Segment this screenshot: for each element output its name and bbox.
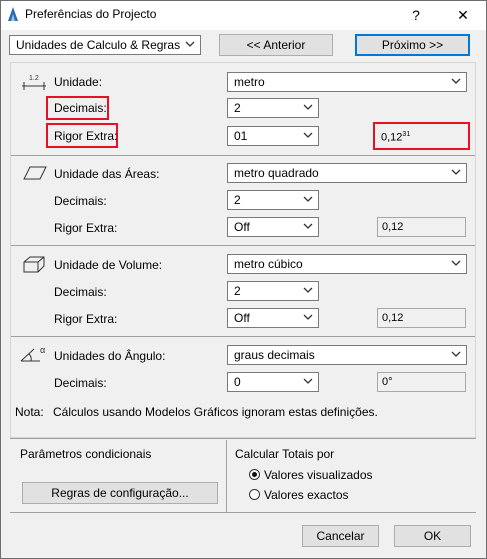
length-extra-select[interactable]: 01 bbox=[227, 126, 319, 146]
radio-visual-values[interactable] bbox=[249, 469, 260, 480]
next-button[interactable]: Próximo >> bbox=[355, 34, 470, 56]
length-icon-text: 1.2 bbox=[29, 75, 39, 82]
chevron-down-icon bbox=[451, 169, 461, 175]
area-unit-icon bbox=[23, 166, 47, 180]
volume-unit-value: metro cúbico bbox=[234, 257, 303, 271]
angle-unit-value: graus decimais bbox=[234, 348, 315, 362]
volume-decimals-label: Decimais: bbox=[54, 285, 107, 299]
previous-button[interactable]: << Anterior bbox=[219, 34, 333, 56]
category-select-value: Unidades de Calculo & Regras bbox=[16, 38, 181, 52]
help-button[interactable]: ? bbox=[396, 0, 436, 30]
length-unit-value: metro bbox=[234, 75, 265, 89]
length-unit-label: Unidade: bbox=[54, 75, 103, 89]
chevron-down-icon bbox=[303, 378, 313, 384]
volume-extra-label: Rigor Extra: bbox=[54, 312, 118, 326]
angle-decimals-label: Decimais: bbox=[54, 376, 107, 390]
length-extra-label: Rigor Extra: bbox=[54, 129, 118, 143]
chevron-down-icon bbox=[451, 260, 461, 266]
divider bbox=[11, 336, 475, 337]
window-title: Preferências do Projecto bbox=[25, 7, 157, 21]
area-extra-value: Off bbox=[234, 220, 250, 234]
length-preview: 0,1231 bbox=[377, 126, 466, 146]
divider bbox=[10, 512, 476, 513]
chevron-down-icon bbox=[303, 132, 313, 138]
chevron-down-icon bbox=[303, 104, 313, 110]
length-decimals-value: 2 bbox=[234, 101, 241, 115]
volume-decimals-value: 2 bbox=[234, 284, 241, 298]
length-preview-sup: 31 bbox=[402, 131, 411, 138]
volume-decimals-select[interactable]: 2 bbox=[227, 281, 319, 301]
volume-unit-icon bbox=[23, 256, 45, 273]
area-decimals-select[interactable]: 2 bbox=[227, 190, 319, 210]
angle-unit-icon: α bbox=[20, 345, 45, 362]
length-extra-value: 01 bbox=[234, 129, 248, 143]
area-unit-value: metro quadrado bbox=[234, 166, 319, 180]
length-decimals-select[interactable]: 2 bbox=[227, 98, 319, 118]
volume-extra-select[interactable]: Off bbox=[227, 308, 319, 328]
chevron-down-icon bbox=[185, 41, 195, 47]
length-decimals-label: Decimais: bbox=[54, 101, 107, 115]
note-text: Cálculos usando Modelos Gráficos ignoram… bbox=[53, 405, 378, 419]
angle-decimals-value: 0 bbox=[234, 375, 241, 389]
divider bbox=[11, 155, 475, 156]
area-preview: 0,12 bbox=[377, 217, 466, 237]
archicad-app-icon bbox=[8, 7, 18, 21]
area-extra-select[interactable]: Off bbox=[227, 217, 319, 237]
conditional-title: Parâmetros condicionais bbox=[20, 447, 152, 461]
radio-exact-values[interactable] bbox=[249, 489, 260, 500]
area-decimals-value: 2 bbox=[234, 193, 241, 207]
volume-unit-label: Unidade de Volume: bbox=[54, 258, 163, 272]
volume-unit-select[interactable]: metro cúbico bbox=[227, 254, 467, 274]
area-unit-select[interactable]: metro quadrado bbox=[227, 163, 467, 183]
angle-unit-select[interactable]: graus decimais bbox=[227, 345, 467, 365]
cancel-button[interactable]: Cancelar bbox=[302, 525, 379, 547]
rules-config-button[interactable]: Regras de configuração... bbox=[22, 482, 218, 504]
length-unit-icon: 1.2 bbox=[22, 75, 46, 90]
ok-button[interactable]: OK bbox=[394, 525, 471, 547]
chevron-down-icon bbox=[303, 314, 313, 320]
length-preview-main: 0,12 bbox=[381, 131, 403, 144]
length-unit-select[interactable]: metro bbox=[227, 72, 467, 92]
area-decimals-label: Decimais: bbox=[54, 194, 107, 208]
note-label: Nota: bbox=[15, 405, 44, 419]
chevron-down-icon bbox=[303, 196, 313, 202]
chevron-down-icon bbox=[303, 287, 313, 293]
angle-icon-text: α bbox=[40, 345, 45, 355]
vertical-divider bbox=[226, 440, 227, 512]
radio-exact-label[interactable]: Valores exactos bbox=[264, 488, 349, 502]
divider bbox=[11, 245, 475, 246]
angle-unit-label: Unidades do Ângulo: bbox=[54, 349, 166, 363]
totals-title: Calcular Totais por bbox=[235, 447, 335, 461]
volume-preview: 0,12 bbox=[377, 308, 466, 328]
category-select[interactable]: Unidades de Calculo & Regras bbox=[9, 35, 201, 55]
volume-extra-value: Off bbox=[234, 311, 250, 325]
area-unit-label: Unidade das Áreas: bbox=[54, 167, 160, 181]
chevron-down-icon bbox=[451, 78, 461, 84]
area-extra-label: Rigor Extra: bbox=[54, 221, 118, 235]
radio-visual-label[interactable]: Valores visualizados bbox=[264, 468, 373, 482]
angle-preview: 0° bbox=[377, 372, 466, 392]
chevron-down-icon bbox=[451, 351, 461, 357]
chevron-down-icon bbox=[303, 223, 313, 229]
angle-decimals-select[interactable]: 0 bbox=[227, 372, 319, 392]
close-button[interactable]: ✕ bbox=[443, 0, 483, 30]
divider bbox=[10, 438, 476, 439]
